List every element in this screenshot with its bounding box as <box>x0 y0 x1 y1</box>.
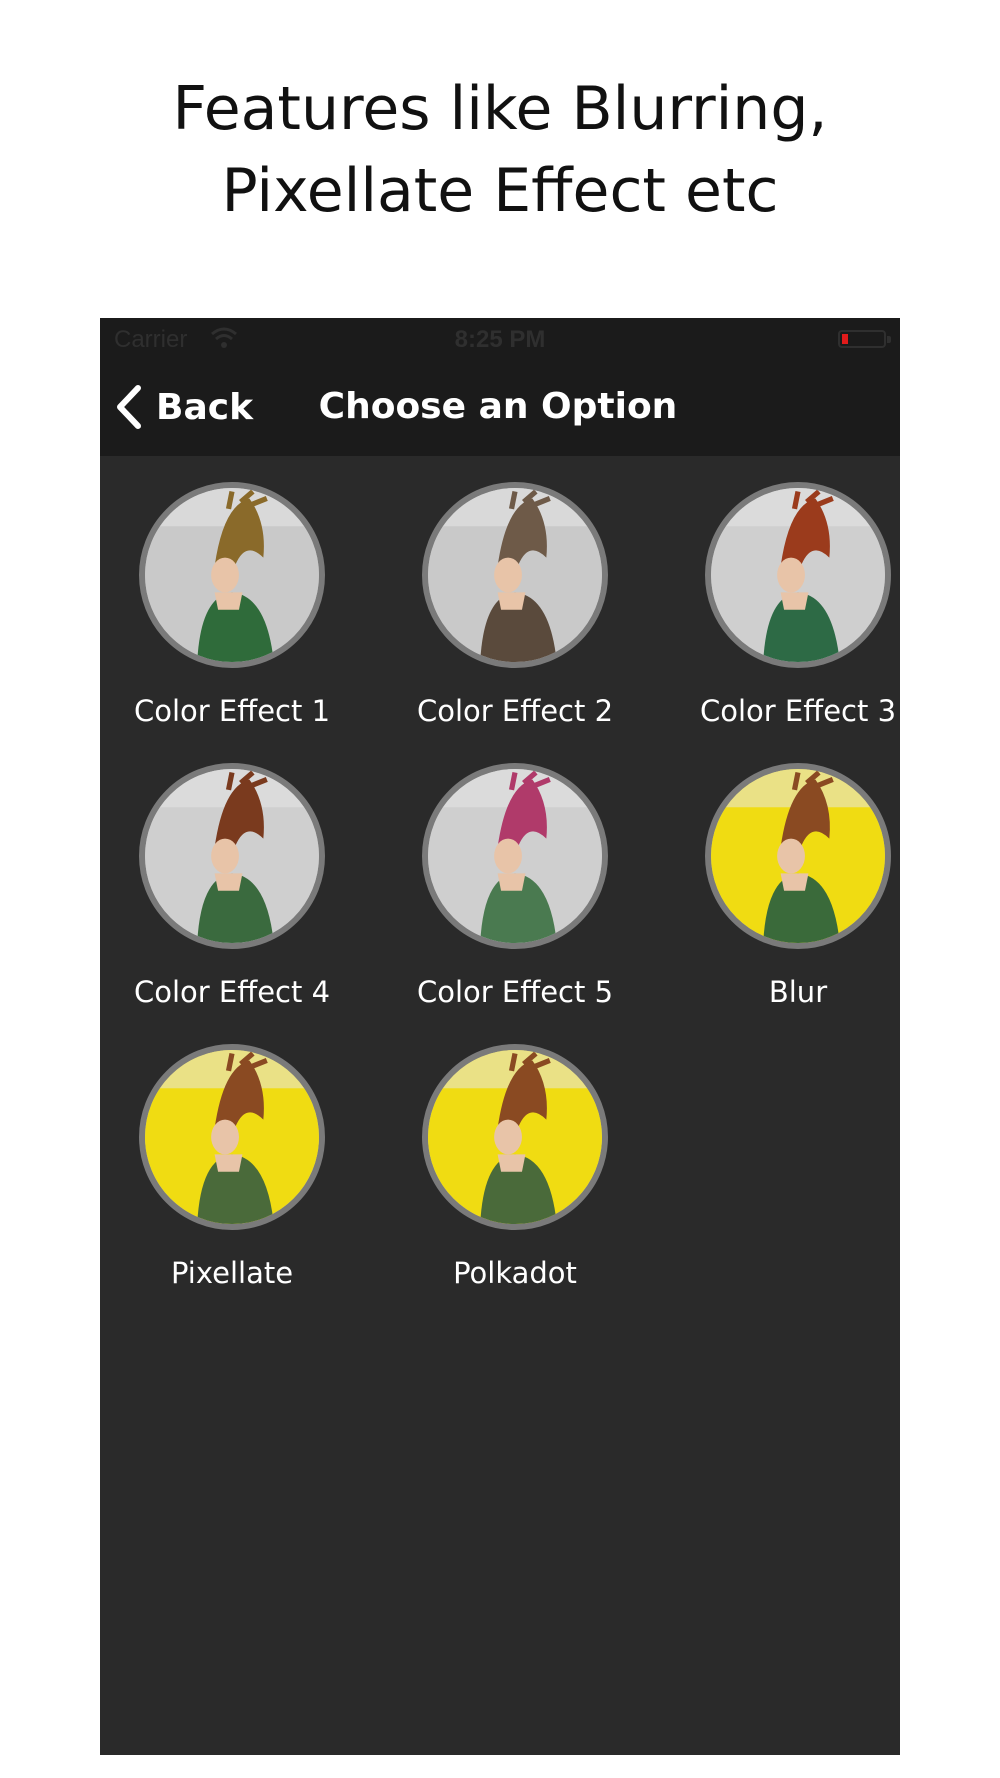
option-thumbnail <box>139 1044 325 1230</box>
option-label: Color Effect 5 <box>416 975 614 1009</box>
status-time: 8:25 PM <box>454 326 546 353</box>
option-item[interactable]: Polkadot <box>385 1018 645 1290</box>
option-thumbnail <box>139 763 325 949</box>
option-thumbnail <box>422 1044 608 1230</box>
option-label: Color Effect 4 <box>133 975 331 1009</box>
option-item[interactable]: Pixellate <box>102 1018 362 1290</box>
portrait-image <box>145 1050 319 1224</box>
option-thumbnail <box>705 763 891 949</box>
headline-line-2: Pixellate Effect etc <box>221 156 779 226</box>
back-button[interactable]: Back <box>114 382 253 432</box>
portrait-image <box>145 488 319 662</box>
portrait-image <box>428 488 602 662</box>
option-label: Color Effect 1 <box>133 694 331 728</box>
option-thumbnail <box>705 482 891 668</box>
option-label: Polkadot <box>453 1256 577 1290</box>
option-label: Blur <box>768 975 828 1009</box>
headline-line-1: Features like Blurring, <box>172 74 828 144</box>
option-item[interactable]: Color Effect 2 <box>385 456 645 728</box>
option-label: Pixellate <box>170 1256 294 1290</box>
option-thumbnail <box>422 482 608 668</box>
battery-icon <box>838 330 891 348</box>
option-thumbnail <box>422 763 608 949</box>
page-title: Choose an Option <box>318 386 678 427</box>
promo-headline: Features like Blurring, Pixellate Effect… <box>0 68 1000 232</box>
portrait-image <box>711 488 885 662</box>
portrait-image <box>711 769 885 943</box>
option-label: Color Effect 2 <box>416 694 614 728</box>
portrait-image <box>145 769 319 943</box>
back-label: Back <box>156 386 254 428</box>
option-item[interactable]: Blur <box>668 737 900 1009</box>
battery-level <box>842 334 848 344</box>
phone-screen: Carrier 8:25 PM Back Choose an Option Co… <box>100 318 900 1755</box>
navigation-bar: Back Choose an Option <box>100 360 900 456</box>
option-item[interactable]: Color Effect 3 <box>668 456 900 728</box>
option-item[interactable]: Color Effect 4 <box>102 737 362 1009</box>
chevron-left-icon <box>117 385 141 429</box>
portrait-image <box>428 1050 602 1224</box>
option-item[interactable]: Color Effect 1 <box>102 456 362 728</box>
option-label: Color Effect 3 <box>699 694 897 728</box>
status-bar: Carrier 8:25 PM <box>100 318 900 360</box>
option-thumbnail <box>139 482 325 668</box>
portrait-image <box>428 769 602 943</box>
option-item[interactable]: Color Effect 5 <box>385 737 645 1009</box>
